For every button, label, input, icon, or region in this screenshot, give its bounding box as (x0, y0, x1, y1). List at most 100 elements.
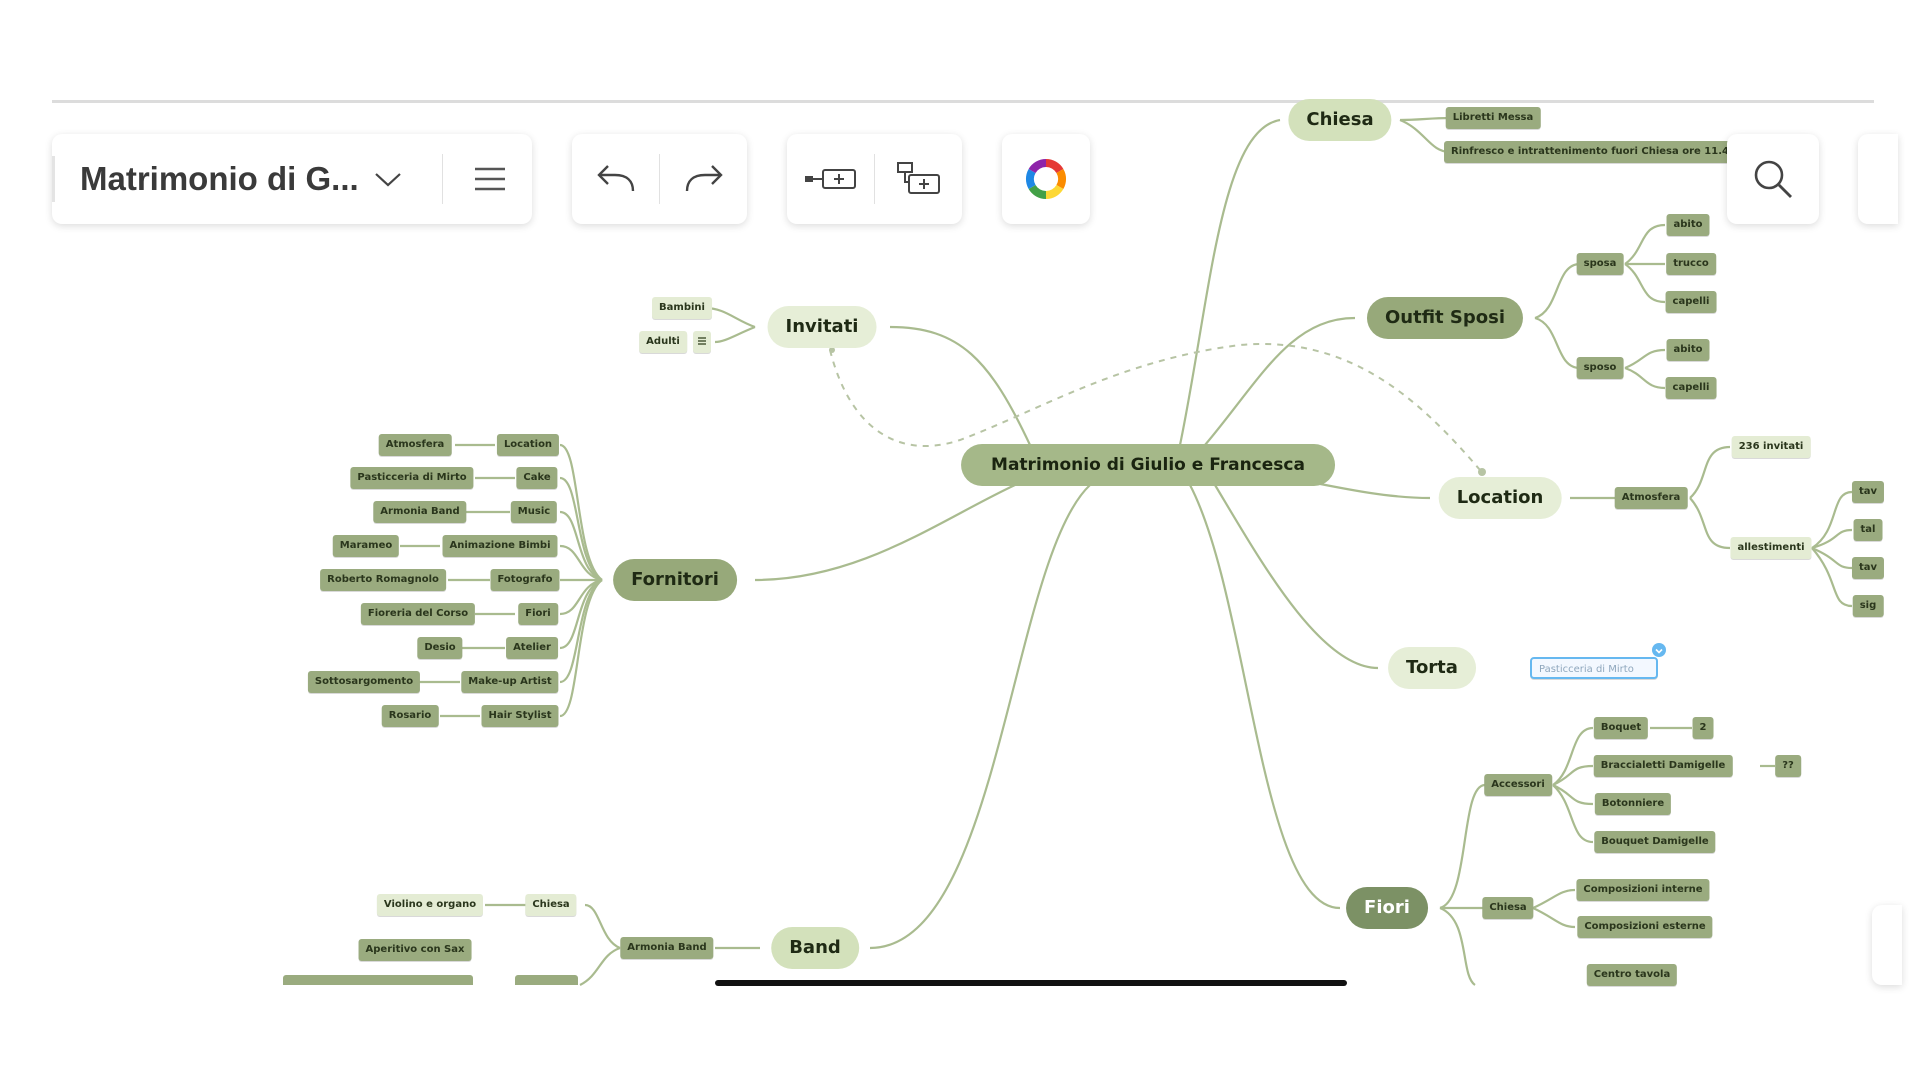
theme-button[interactable] (1002, 134, 1090, 224)
right-side-panel-tab[interactable] (1872, 905, 1902, 985)
link-fchiesa-2 (1532, 906, 1576, 929)
subtopic-sposa-trucco[interactable]: trucco (1666, 253, 1716, 275)
subtopic-atmosfera[interactable]: Atmosfera (1614, 487, 1688, 509)
branch-outfit-sposi[interactable]: Outfit Sposi (1366, 297, 1524, 339)
branch-fiori[interactable]: Fiori (1346, 887, 1428, 929)
branch-invitati[interactable]: Invitati (767, 306, 877, 348)
branch-torta[interactable]: Torta (1388, 647, 1476, 689)
subtopic-sposo[interactable]: sposo (1576, 357, 1624, 379)
subtopic-centro-tavola[interactable]: Centro tavola (1586, 964, 1678, 986)
add-sibling-topic-button[interactable] (787, 134, 874, 224)
subtopic-libretti-messa[interactable]: Libretti Messa (1445, 107, 1541, 129)
subtopic-braccialetti-damigelle[interactable]: Braccialetti Damigelle (1593, 755, 1733, 777)
subtopic-236-invitati[interactable]: 236 invitati (1731, 436, 1811, 458)
fornitori-vendor[interactable]: Sottosargomento (307, 671, 421, 693)
selection-handle-icon[interactable] (1652, 643, 1666, 657)
subtopic-sposo-abito[interactable]: abito (1666, 339, 1710, 361)
link-atmosfera-allestimenti (1689, 497, 1731, 550)
subtopic-sposa-capelli[interactable]: capelli (1665, 291, 1717, 313)
subtopic-sposo-capelli[interactable]: capelli (1665, 377, 1717, 399)
link-center-fiori (1189, 484, 1341, 910)
subtopic-band-chiesa[interactable]: Chiesa (525, 894, 577, 916)
subtopic-allestimenti-3[interactable]: tav (1851, 557, 1885, 579)
link-acc-3 (1552, 783, 1594, 806)
fornitori-service[interactable]: Fotografo (490, 569, 560, 591)
subtopic-composizioni-interne[interactable]: Composizioni interne (1576, 879, 1710, 901)
link-fiori-more (1439, 906, 1476, 986)
undo-icon (596, 165, 634, 192)
link-center-fornitori (754, 484, 1016, 582)
subtopic-accessori[interactable]: Accessori (1484, 774, 1552, 796)
subtopic-bambini[interactable]: Bambini (652, 297, 712, 319)
redo-icon (685, 165, 723, 192)
link-allest-2 (1811, 528, 1853, 550)
link-chiesa-2 (1399, 118, 1451, 154)
link-center-torta (1214, 484, 1379, 670)
undo-button[interactable] (572, 134, 659, 224)
document-title-button[interactable]: Matrimonio di G... (80, 134, 440, 224)
fornitori-service[interactable]: Hair Stylist (481, 705, 559, 727)
fornitori-vendor[interactable]: Desio (417, 637, 463, 659)
subtopic-sposa[interactable]: sposa (1576, 253, 1624, 275)
fornitori-vendor[interactable]: Atmosfera (378, 434, 452, 456)
link-center-outfit (1204, 316, 1356, 446)
fornitori-service[interactable]: Make-up Artist (461, 671, 559, 693)
fornitori-vendor[interactable]: Roberto Romagnolo (320, 569, 446, 591)
fornitori-service[interactable]: Location (496, 434, 560, 456)
fornitori-vendor[interactable]: Marameo (332, 535, 400, 557)
toolbar-left-edge (52, 156, 55, 202)
branch-location[interactable]: Location (1438, 477, 1562, 519)
subtopic-braccialetti-count[interactable]: ?? (1775, 755, 1801, 777)
link-allest-4 (1811, 547, 1853, 608)
search-button[interactable] (1727, 134, 1819, 224)
subtopic-armonia-band[interactable]: Armonia Band (620, 937, 714, 959)
link-sposa-3 (1624, 263, 1666, 304)
add-child-topic-icon (896, 162, 940, 194)
branch-fornitori[interactable]: Fornitori (613, 559, 737, 601)
subtopic-boquet-count[interactable]: 2 (1692, 717, 1714, 739)
menu-button[interactable] (457, 134, 522, 224)
subtopic-violino-organo[interactable]: Violino e organo (376, 894, 484, 916)
subtopic-rinfresco[interactable]: Rinfresco e intrattenimento fuori Chiesa… (1444, 141, 1736, 163)
subtopic-botonniere[interactable]: Botonniere (1594, 793, 1672, 815)
subtopic-allestimenti-2[interactable]: tal (1853, 519, 1883, 541)
fornitori-vendor[interactable]: Fioreria del Corso (360, 603, 476, 625)
link-fchiesa-1 (1532, 888, 1576, 910)
hamburger-menu-icon (474, 167, 505, 191)
subtopic-fiori-chiesa[interactable]: Chiesa (1482, 897, 1534, 919)
link-acc-1 (1552, 726, 1594, 786)
fornitori-vendor[interactable]: Armonia Band (373, 501, 467, 523)
search-toolbar (1727, 134, 1819, 224)
subtopic-bouquet-damigelle[interactable]: Bouquet Damigelle (1594, 831, 1716, 853)
central-topic[interactable]: Matrimonio di Giulio e Francesca (961, 444, 1335, 486)
fornitori-service[interactable]: Fiori (518, 603, 558, 625)
subtopic-aperitivo-sax[interactable]: Aperitivo con Sax (358, 939, 472, 961)
mindmap-canvas[interactable]: Matrimonio di Giulio e Francesca Chiesa … (0, 0, 1920, 1080)
subtopic-sposa-abito[interactable]: abito (1666, 214, 1710, 236)
fornitori-vendor[interactable]: Rosario (381, 705, 439, 727)
fornitori-service[interactable]: Cake (516, 467, 558, 489)
subtopic-allestimenti-1[interactable]: tav (1851, 481, 1885, 503)
subtopic-composizioni-esterne[interactable]: Composizioni esterne (1577, 916, 1713, 938)
link-outfit-sposo (1534, 316, 1581, 370)
subtopic-adulti[interactable]: Adulti (639, 331, 687, 353)
subtopic-allestimenti[interactable]: allestimenti (1730, 537, 1812, 559)
branch-band[interactable]: Band (771, 927, 859, 969)
right-toolbar-clipped[interactable] (1858, 134, 1898, 224)
color-wheel-icon (1025, 158, 1067, 200)
fornitori-service[interactable]: Atelier (506, 637, 558, 659)
document-title: Matrimonio di G... (80, 160, 359, 197)
subtopic-boquet[interactable]: Boquet (1593, 717, 1649, 739)
branch-chiesa[interactable]: Chiesa (1288, 99, 1392, 141)
fornitori-service[interactable]: Music (510, 501, 558, 523)
subtopic-allestimenti-4[interactable]: sig (1852, 595, 1884, 617)
fornitori-service[interactable]: Animazione Bimbi (442, 535, 558, 557)
toolbar-separator (442, 154, 443, 204)
note-icon[interactable] (693, 331, 711, 353)
subtopic-torta-note-selected[interactable]: Pasticceria di Mirto (1530, 657, 1658, 679)
fornitori-vendor[interactable]: Pasticceria di Mirto (350, 467, 474, 489)
chevron-down-icon (1655, 648, 1663, 654)
redo-button[interactable] (660, 134, 747, 224)
link-center-invitati (889, 325, 1031, 446)
add-child-topic-button[interactable] (875, 134, 962, 224)
